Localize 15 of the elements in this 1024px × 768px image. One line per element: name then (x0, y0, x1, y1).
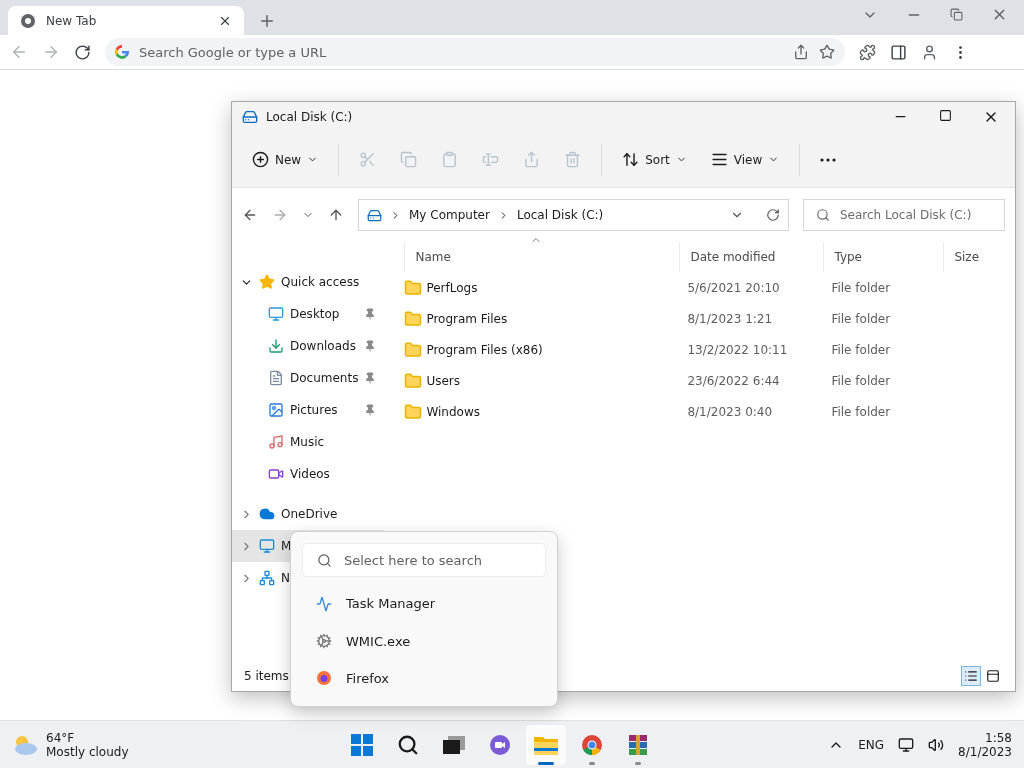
table-cell-text: File folder (830, 311, 892, 326)
window-title: Local Disk (C:) (266, 110, 354, 124)
table-cell-text: File folder (830, 342, 892, 357)
tab-title: New Tab (46, 13, 98, 28)
weather-condition: Mostly cloudy (46, 744, 129, 759)
table-cell-text: 8/1/2023 1:21 (686, 311, 774, 326)
temperature: 64°F (46, 730, 76, 745)
table-cell-text: File folder (830, 404, 892, 419)
table-cell-text: 8/1/2023 0:40 (686, 404, 774, 419)
table-cell-text: 13/2/2022 10:11 (686, 342, 789, 357)
table-cell-text: File folder (830, 373, 892, 388)
table-cell-text: File folder (830, 280, 892, 295)
item-count: 5 items (244, 669, 289, 683)
table-cell-text: 5/6/2021 20:10 (686, 280, 781, 295)
table-cell-text: 23/6/2022 6:44 (686, 373, 781, 388)
